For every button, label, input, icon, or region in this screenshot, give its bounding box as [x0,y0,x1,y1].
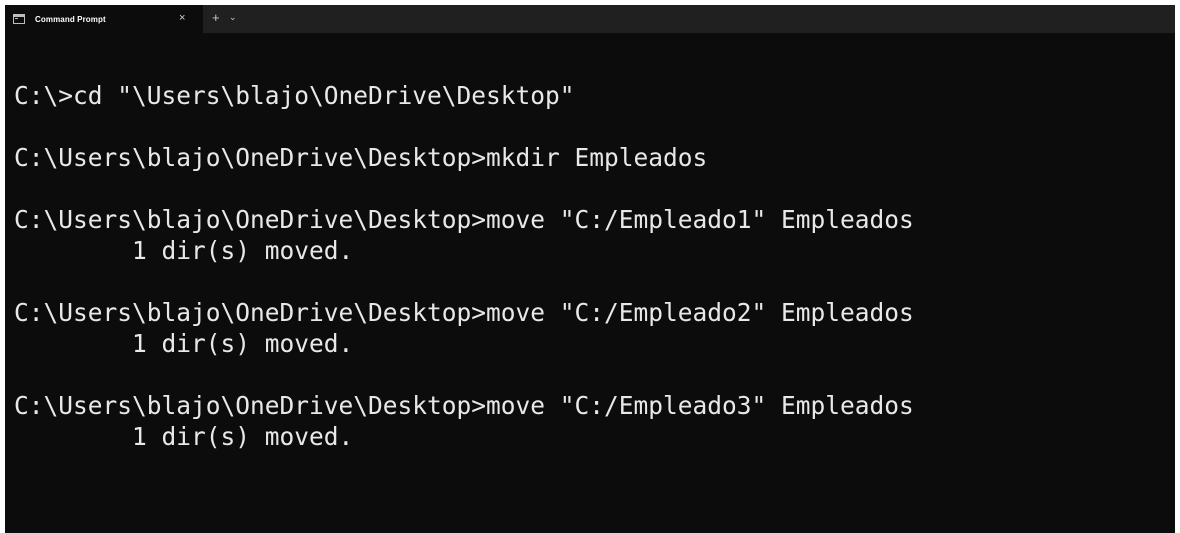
new-tab-button[interactable]: + [212,10,220,25]
terminal-icon [13,14,25,24]
tab-title: Command Prompt [35,14,106,24]
close-icon[interactable]: × [179,11,185,25]
terminal-line: C:\Users\blajo\OneDrive\Desktop>move "C:… [14,298,914,327]
terminal-line: C:\Users\blajo\OneDrive\Desktop>move "C:… [14,205,914,234]
tab-bar: Command Prompt × + ⌄ [5,5,1175,33]
terminal-line: C:\Users\blajo\OneDrive\Desktop>move "C:… [14,391,914,420]
terminal-line: C:\Users\blajo\OneDrive\Desktop>mkdir Em… [14,143,708,172]
terminal-line: 1 dir(s) moved. [14,236,354,265]
terminal-window: Command Prompt × + ⌄ C:\>cd "\Users\blaj… [5,5,1175,533]
terminal-line: 1 dir(s) moved. [14,329,354,358]
terminal-output[interactable]: C:\>cd "\Users\blajo\OneDrive\Desktop" C:… [14,80,914,452]
terminal-line: C:\>cd "\Users\blajo\OneDrive\Desktop" [14,81,575,110]
terminal-line: 1 dir(s) moved. [14,422,354,451]
chevron-down-icon[interactable]: ⌄ [229,12,237,23]
tab-command-prompt[interactable]: Command Prompt × [5,5,203,33]
